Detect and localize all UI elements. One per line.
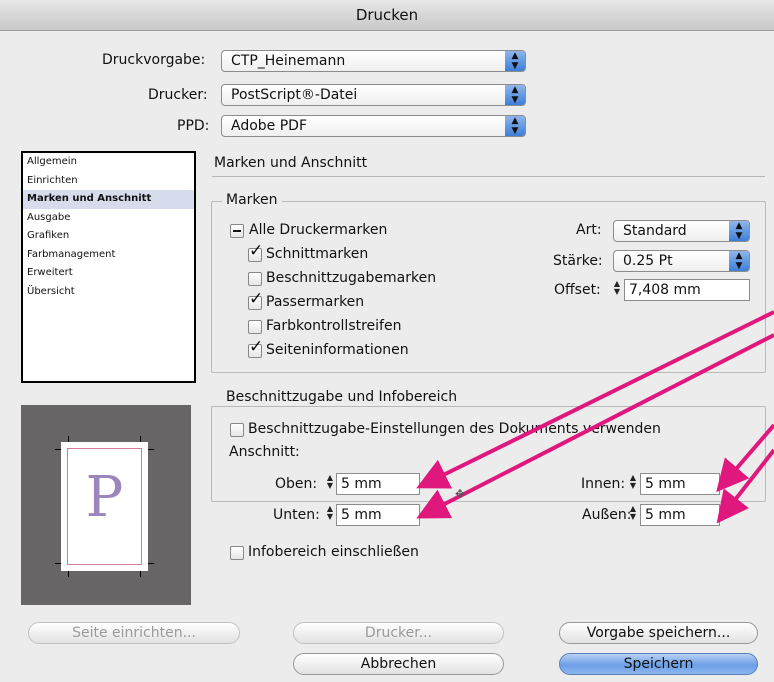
arrow-to-unten: [416, 333, 774, 519]
annotation-arrows: [416, 310, 774, 524]
cursor-icon: ✥: [455, 487, 466, 501]
print-dialog: Drucken Druckvorgabe: CTP_Heinemann ▲ ▼ D…: [0, 0, 774, 682]
arrow-to-aussen: [716, 448, 774, 524]
arrow-to-innen: [716, 423, 774, 493]
arrow-to-oben: [416, 310, 774, 489]
